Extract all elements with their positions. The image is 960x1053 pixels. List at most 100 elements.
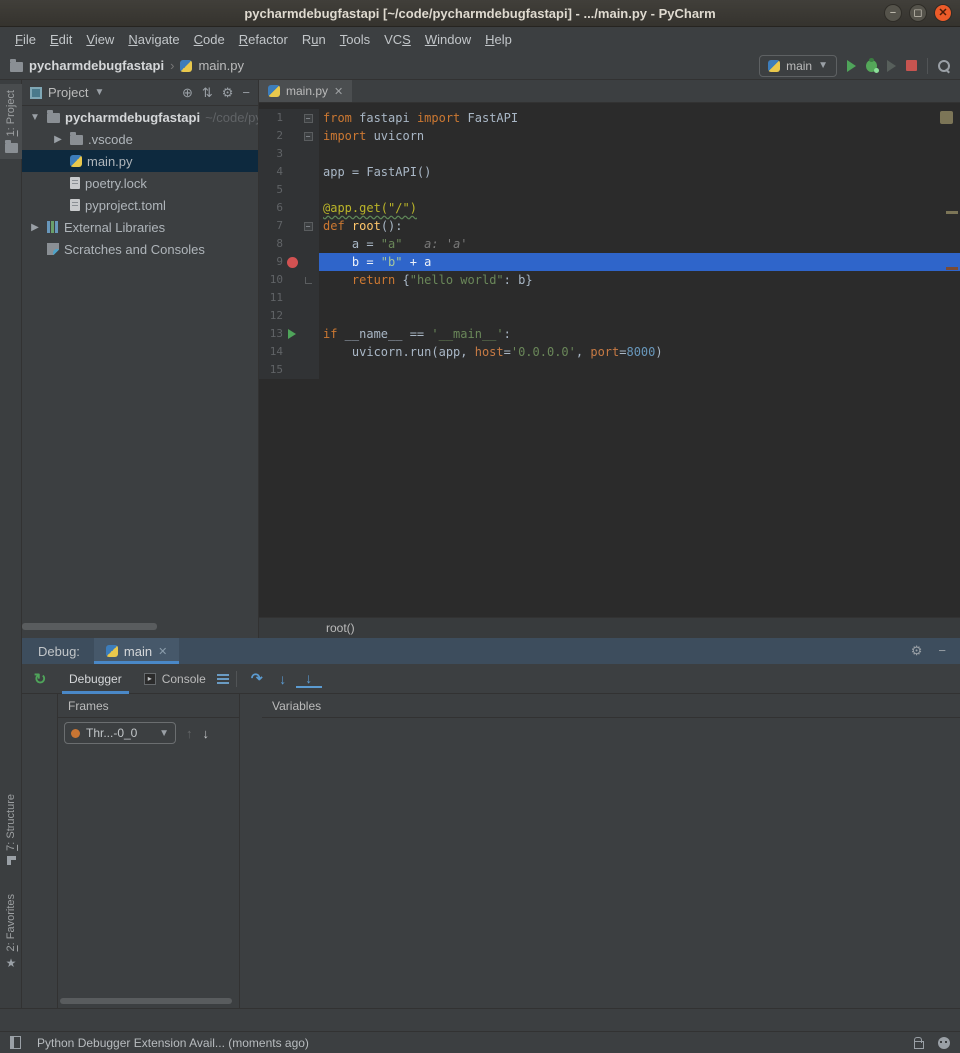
debug-tool-window: Debug: main ✕ ⚙ − ↻Debugger▸Console↷↓↓ F…: [22, 638, 960, 1008]
step-over-icon[interactable]: ↷: [244, 670, 270, 687]
stripe-tab-label: 1: Project: [5, 90, 17, 136]
coverage-button[interactable]: [887, 60, 896, 72]
code-line-8[interactable]: 8 a = "a" a: 'a': [259, 235, 960, 253]
code-line-5[interactable]: 5: [259, 181, 960, 199]
hide-icon[interactable]: −: [242, 85, 250, 100]
menu-vcs[interactable]: VCS: [377, 32, 418, 47]
chevron-down-icon[interactable]: ▼: [94, 87, 104, 98]
editor-tab-mainpy[interactable]: main.py ✕: [259, 80, 352, 102]
line-number: 2: [259, 127, 283, 145]
tree-item-poetry-lock[interactable]: poetry.lock: [22, 172, 258, 194]
stripe-tab-1-project[interactable]: 1: Project: [0, 84, 22, 159]
stripe-tab-7-structure[interactable]: 7: Structure: [0, 788, 22, 871]
tree-item-path: ~/code/pycharmdebugfastapi: [205, 110, 258, 125]
code-line-7[interactable]: 7−def root():: [259, 217, 960, 235]
breakpoint-icon[interactable]: [287, 257, 298, 268]
code-line-10[interactable]: 10 return {"hello world": b}: [259, 271, 960, 289]
menu-refactor[interactable]: Refactor: [232, 32, 295, 47]
lock-icon[interactable]: [914, 1041, 924, 1049]
code-line-2[interactable]: 2−import uvicorn: [259, 127, 960, 145]
code-line-4[interactable]: 4app = FastAPI(): [259, 163, 960, 181]
rerun-icon[interactable]: ↻: [34, 670, 47, 688]
chevron-down-icon[interactable]: ▼: [28, 112, 42, 123]
step-into-icon[interactable]: ↓: [270, 671, 296, 687]
code-line-3[interactable]: 3: [259, 145, 960, 163]
code-line-6[interactable]: 6@app.get("/"): [259, 199, 960, 217]
debug-session-tab[interactable]: main ✕: [94, 638, 179, 664]
run-button[interactable]: [847, 60, 856, 72]
run-line-icon[interactable]: [288, 329, 296, 339]
tree-item-pyproject-toml[interactable]: pyproject.toml: [22, 194, 258, 216]
line-number: 9: [259, 253, 283, 271]
chevron-right-icon[interactable]: ▶: [51, 134, 65, 145]
warning-stripe-mark[interactable]: [946, 211, 958, 214]
file-icon: [70, 199, 80, 211]
stripe-tab-2-favorites[interactable]: 2: Favorites★: [0, 888, 22, 976]
hector-inspections-icon[interactable]: [938, 1037, 950, 1049]
code-text: [319, 145, 960, 163]
code-line-11[interactable]: 11: [259, 289, 960, 307]
search-everywhere-button[interactable]: [938, 60, 950, 72]
tree-item-scratches-and-consoles[interactable]: Scratches and Consoles: [22, 238, 258, 260]
debug-view-tab-debugger[interactable]: Debugger: [58, 664, 133, 694]
menu-edit[interactable]: Edit: [43, 32, 79, 47]
previous-frame-icon[interactable]: ↑: [186, 726, 193, 741]
title-bar[interactable]: pycharmdebugfastapi [~/code/pycharmdebug…: [0, 0, 960, 27]
fold-end-icon[interactable]: [305, 277, 312, 284]
code-line-15[interactable]: 15: [259, 361, 960, 379]
tree-item-pycharmdebugfastapi[interactable]: ▼pycharmdebugfastapi ~/code/pycharmdebug…: [22, 106, 258, 128]
hide-icon[interactable]: −: [938, 643, 946, 659]
menu-tools[interactable]: Tools: [333, 32, 377, 47]
debug-header: Debug: main ✕ ⚙ −: [22, 638, 960, 664]
fold-icon[interactable]: −: [304, 222, 313, 231]
fold-slot: −: [301, 132, 315, 141]
stop-button[interactable]: [906, 60, 917, 71]
locate-icon[interactable]: ⊕: [182, 85, 193, 101]
menu-navigate[interactable]: Navigate: [121, 32, 186, 47]
view-options-icon[interactable]: [217, 674, 229, 684]
frames-horizontal-scrollbar[interactable]: [60, 998, 232, 1004]
menu-file[interactable]: File: [8, 32, 43, 47]
code-area[interactable]: 1−from fastapi import FastAPI2−import uv…: [259, 103, 960, 617]
step-into-my-code-icon[interactable]: ↓: [296, 670, 322, 688]
maximize-icon[interactable]: ◻: [909, 4, 927, 22]
code-line-1[interactable]: 1−from fastapi import FastAPI: [259, 109, 960, 127]
code-line-9[interactable]: 9 b = "b" + a: [259, 253, 960, 271]
fold-icon[interactable]: −: [304, 114, 313, 123]
minimize-icon[interactable]: −: [884, 4, 902, 22]
settings-icon[interactable]: ⚙: [911, 643, 923, 659]
inspection-indicator-icon[interactable]: [940, 111, 953, 124]
next-frame-icon[interactable]: ↓: [203, 726, 210, 741]
tree-item--vscode[interactable]: ▶.vscode: [22, 128, 258, 150]
code-line-14[interactable]: 14 uvicorn.run(app, host='0.0.0.0', port…: [259, 343, 960, 361]
menu-code[interactable]: Code: [187, 32, 232, 47]
stripe-tab-label: 2: Favorites: [5, 894, 17, 951]
menu-run[interactable]: Run: [295, 32, 333, 47]
toggle-tool-buttons-icon[interactable]: [10, 1036, 21, 1049]
close-icon[interactable]: ✕: [934, 4, 952, 22]
breadcrumb-project[interactable]: pycharmdebugfastapi: [29, 58, 164, 73]
tree-item-main-py[interactable]: main.py: [22, 150, 258, 172]
code-line-12[interactable]: 12: [259, 307, 960, 325]
fold-icon[interactable]: −: [304, 132, 313, 141]
breadcrumb-function[interactable]: root(): [326, 621, 355, 635]
thread-select[interactable]: Thr...-0_0 ▼: [64, 722, 176, 744]
close-tab-icon[interactable]: ✕: [334, 85, 343, 98]
chevron-right-icon[interactable]: ▶: [28, 222, 42, 233]
debug-view-tab-console[interactable]: ▸Console: [133, 664, 217, 694]
close-session-icon[interactable]: ✕: [158, 645, 167, 658]
settings-icon[interactable]: ⚙: [222, 85, 234, 101]
debug-button[interactable]: [866, 60, 877, 72]
run-config-select[interactable]: main ▼: [759, 55, 837, 77]
project-horizontal-scrollbar[interactable]: [22, 623, 157, 630]
breakpoint-stripe-mark[interactable]: [946, 267, 958, 270]
project-panel-title[interactable]: Project: [48, 85, 88, 100]
code-line-13[interactable]: 13if __name__ == '__main__':: [259, 325, 960, 343]
tree-item-external-libraries[interactable]: ▶External Libraries: [22, 216, 258, 238]
code-text: b = "b" + a: [319, 253, 960, 271]
collapse-all-icon[interactable]: ⇅: [202, 85, 213, 101]
menu-view[interactable]: View: [79, 32, 121, 47]
menu-help[interactable]: Help: [478, 32, 519, 47]
menu-window[interactable]: Window: [418, 32, 478, 47]
breadcrumb-file[interactable]: main.py: [198, 58, 244, 73]
